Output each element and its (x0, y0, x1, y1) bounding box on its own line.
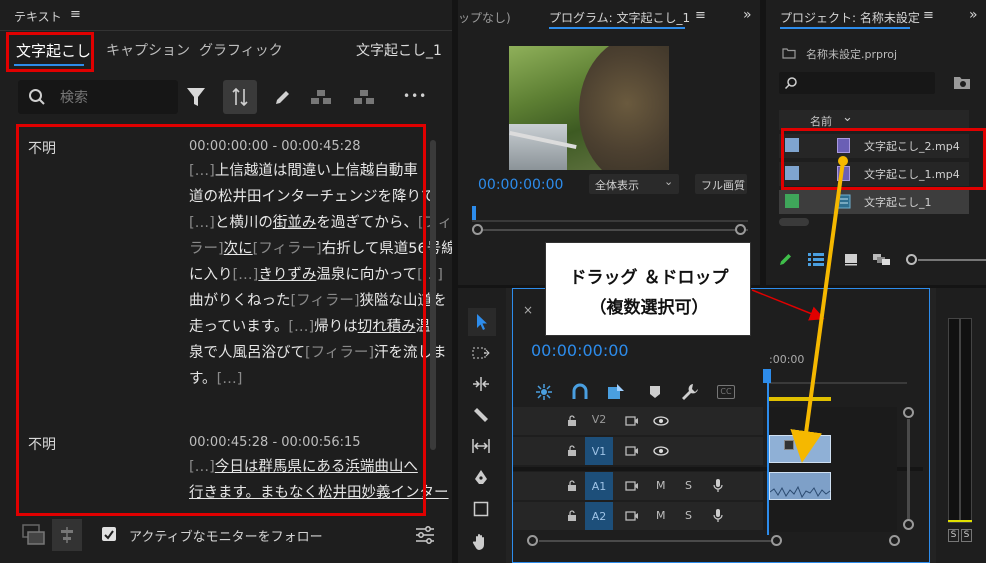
drag-path-arrow (790, 160, 845, 463)
annotation-arrows (751, 156, 848, 463)
callout-pointer-arrow (751, 289, 825, 321)
